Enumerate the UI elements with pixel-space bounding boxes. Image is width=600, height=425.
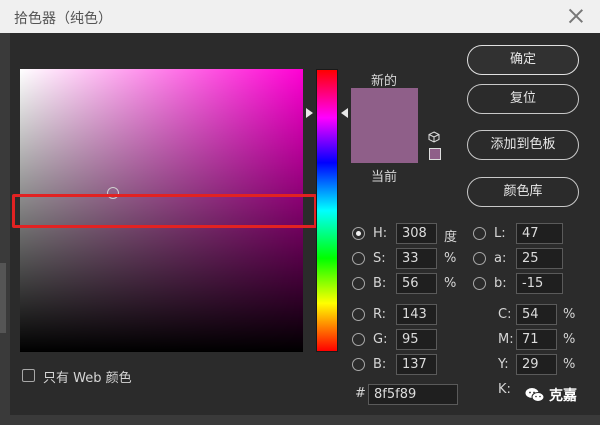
radio-h[interactable]: [352, 227, 365, 240]
y-label: Y:: [498, 357, 509, 372]
r-field[interactable]: 143: [396, 304, 437, 325]
panel-edge-decoration: [0, 263, 6, 333]
title-bar: 拾色器（纯色）: [0, 0, 600, 33]
h-field[interactable]: 308: [396, 223, 437, 244]
s-unit: %: [444, 251, 457, 266]
cube-icon[interactable]: [428, 131, 440, 143]
rgb-b-field[interactable]: 137: [396, 354, 437, 375]
web-safe-swatch[interactable]: [429, 148, 441, 160]
m-unit: %: [563, 332, 576, 347]
watermark-text: 克嘉: [549, 388, 577, 404]
color-library-button[interactable]: 颜色库: [467, 177, 579, 207]
color-preview-swatch: [351, 88, 418, 163]
radio-a[interactable]: [473, 252, 486, 265]
g-field[interactable]: 95: [396, 329, 437, 350]
g-label: G:: [373, 332, 388, 347]
c-unit: %: [563, 307, 576, 322]
radio-b[interactable]: [352, 277, 365, 290]
rgb-b-label: B:: [373, 357, 387, 372]
radio-rgb-b[interactable]: [352, 358, 365, 371]
reset-button[interactable]: 复位: [467, 84, 579, 114]
c-field[interactable]: 54: [516, 304, 557, 325]
bottom-panel-strip: [0, 415, 600, 425]
c-label: C:: [498, 307, 512, 322]
hue-slider[interactable]: [316, 69, 338, 352]
lab-b-label: b:: [494, 276, 507, 291]
s-label: S:: [373, 251, 386, 266]
hex-field[interactable]: 8f5f89: [368, 384, 458, 405]
h-unit: 度: [444, 230, 458, 245]
lab-b-field[interactable]: -15: [516, 273, 563, 294]
s-field[interactable]: 33: [396, 248, 437, 269]
slider-left-arrow-icon[interactable]: [306, 108, 313, 118]
y-unit: %: [563, 357, 576, 372]
a-field[interactable]: 25: [516, 248, 563, 269]
k-label: K:: [498, 382, 511, 397]
radio-s[interactable]: [352, 252, 365, 265]
web-colors-only-label: 只有 Web 颜色: [43, 371, 132, 386]
red-highlight-box: [12, 194, 317, 228]
close-icon[interactable]: [566, 6, 586, 26]
web-colors-only-checkbox[interactable]: [22, 369, 35, 382]
current-color-label: 当前: [371, 170, 398, 185]
chat-bubble-icon: [525, 388, 545, 402]
radio-l[interactable]: [473, 227, 486, 240]
background-panel-strip: [0, 33, 10, 425]
radio-r[interactable]: [352, 308, 365, 321]
radio-g[interactable]: [352, 333, 365, 346]
window-title: 拾色器（纯色）: [14, 11, 112, 27]
l-field[interactable]: 47: [516, 223, 563, 244]
radio-lab-b[interactable]: [473, 277, 486, 290]
y-field[interactable]: 29: [516, 354, 557, 375]
add-to-swatches-button[interactable]: 添加到色板: [467, 130, 579, 160]
b-unit: %: [444, 276, 457, 291]
new-color-label: 新的: [371, 74, 398, 89]
ok-button[interactable]: 确定: [467, 45, 579, 75]
l-label: L:: [494, 226, 506, 241]
watermark: 克嘉: [525, 385, 577, 405]
m-label: M:: [498, 332, 514, 347]
a-label: a:: [494, 251, 507, 266]
b-label: B:: [373, 276, 387, 291]
h-label: H:: [373, 226, 388, 241]
b-field[interactable]: 56: [396, 273, 437, 294]
hex-hash-label: #: [355, 386, 366, 401]
r-label: R:: [373, 307, 387, 322]
slider-right-arrow-icon[interactable]: [341, 108, 348, 118]
m-field[interactable]: 71: [516, 329, 557, 350]
